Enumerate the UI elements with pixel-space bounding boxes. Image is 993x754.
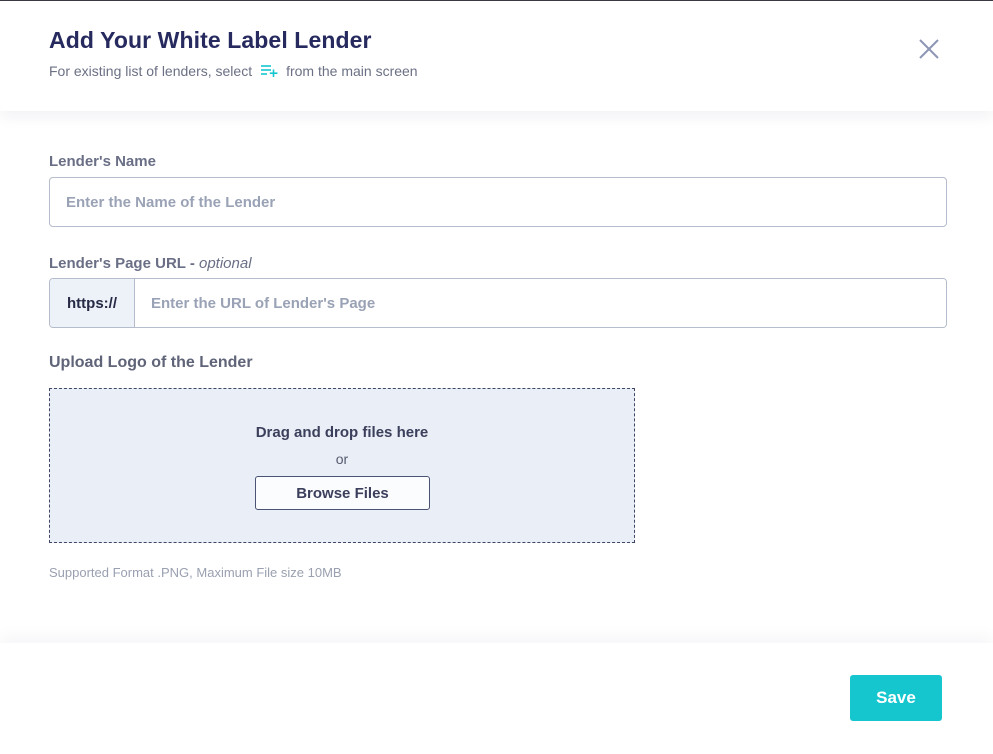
- lender-url-field: https://: [49, 278, 947, 328]
- url-prefix: https://: [50, 279, 135, 327]
- logo-dropzone[interactable]: Drag and drop files here or Browse Files: [49, 388, 635, 543]
- save-button[interactable]: Save: [850, 675, 942, 721]
- modal-body: Lender's Name Lender's Page URL - option…: [0, 111, 993, 643]
- upload-logo-label: Upload Logo of the Lender: [49, 354, 253, 371]
- upload-format-hint: Supported Format .PNG, Maximum File size…: [49, 565, 342, 580]
- modal-title: Add Your White Label Lender: [49, 27, 372, 53]
- close-icon: [919, 39, 939, 59]
- list-add-icon: [260, 64, 279, 78]
- or-text: or: [335, 451, 349, 467]
- lender-url-label: Lender's Page URL - optional: [49, 255, 252, 272]
- browse-files-button[interactable]: Browse Files: [255, 476, 430, 510]
- subtitle-text-before: For existing list of lenders, select: [49, 63, 253, 79]
- close-button[interactable]: [913, 33, 945, 65]
- lender-url-input[interactable]: [135, 279, 946, 327]
- modal-header: Add Your White Label Lender For existing…: [0, 1, 993, 111]
- lender-name-input[interactable]: [49, 177, 947, 227]
- lender-name-label: Lender's Name: [49, 153, 156, 170]
- add-lender-modal: Add Your White Label Lender For existing…: [0, 0, 993, 754]
- drop-text: Drag and drop files here: [255, 424, 429, 441]
- modal-subtitle: For existing list of lenders, select fro…: [49, 63, 418, 79]
- optional-tag: optional: [199, 255, 252, 272]
- subtitle-text-after: from the main screen: [286, 63, 418, 79]
- modal-footer: Save: [0, 643, 993, 754]
- lender-url-label-text: Lender's Page URL -: [49, 255, 199, 272]
